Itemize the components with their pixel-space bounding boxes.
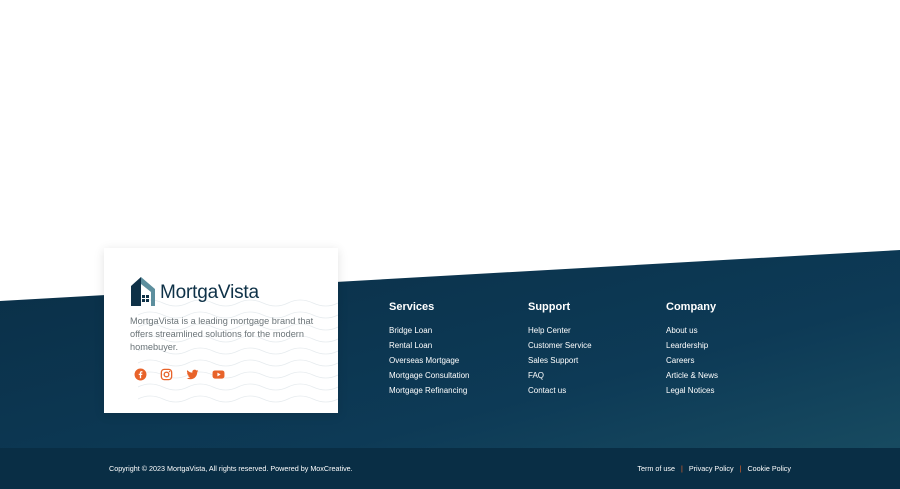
services-column: Services Bridge Loan Rental Loan Oversea… bbox=[389, 301, 470, 402]
brand-card: MortgaVista MortgaVista is a leading mor… bbox=[104, 248, 338, 413]
company-heading: Company bbox=[666, 301, 717, 313]
support-link[interactable]: Customer Service bbox=[528, 342, 592, 350]
support-column: Support Help Center Customer Service Sal… bbox=[528, 301, 592, 402]
terms-link[interactable]: Term of use bbox=[637, 464, 675, 473]
services-link[interactable]: Mortgage Consultation bbox=[389, 372, 470, 380]
services-heading: Services bbox=[389, 301, 435, 313]
support-link[interactable]: Sales Support bbox=[528, 357, 592, 365]
link-separator: | bbox=[680, 464, 683, 473]
copyright-text: Copyright © 2023 MortgaVista, All rights… bbox=[109, 464, 353, 473]
footer-background bbox=[0, 250, 900, 489]
support-link[interactable]: FAQ bbox=[528, 372, 592, 380]
services-link[interactable]: Rental Loan bbox=[389, 342, 470, 350]
company-link[interactable]: Legal Notices bbox=[666, 387, 718, 395]
facebook-icon[interactable] bbox=[134, 368, 147, 381]
company-link[interactable]: About us bbox=[666, 327, 718, 335]
twitter-icon[interactable] bbox=[186, 368, 199, 381]
services-link[interactable]: Overseas Mortgage bbox=[389, 357, 470, 365]
company-link[interactable]: Leardership bbox=[666, 342, 718, 350]
legal-links: Term of use | Privacy Policy | Cookie Po… bbox=[637, 464, 791, 473]
instagram-icon[interactable] bbox=[160, 368, 173, 381]
privacy-policy-link[interactable]: Privacy Policy bbox=[689, 464, 734, 473]
brand-description: MortgaVista is a leading mortgage brand … bbox=[130, 316, 314, 352]
company-link[interactable]: Article & News bbox=[666, 372, 718, 380]
house-logo-icon bbox=[131, 277, 155, 306]
company-column: Company About us Leardership Careers Art… bbox=[666, 301, 718, 402]
youtube-icon[interactable] bbox=[212, 368, 225, 381]
link-separator: | bbox=[739, 464, 742, 473]
company-link[interactable]: Careers bbox=[666, 357, 718, 365]
brand-name: MortgaVista bbox=[160, 282, 259, 303]
brand-logo[interactable]: MortgaVista bbox=[130, 274, 259, 308]
services-link[interactable]: Bridge Loan bbox=[389, 327, 470, 335]
social-links bbox=[134, 368, 225, 381]
cookie-policy-link[interactable]: Cookie Policy bbox=[747, 464, 791, 473]
support-link[interactable]: Help Center bbox=[528, 327, 592, 335]
support-heading: Support bbox=[528, 301, 571, 313]
support-link[interactable]: Contact us bbox=[528, 387, 592, 395]
services-link[interactable]: Mortgage Refinancing bbox=[389, 387, 470, 395]
